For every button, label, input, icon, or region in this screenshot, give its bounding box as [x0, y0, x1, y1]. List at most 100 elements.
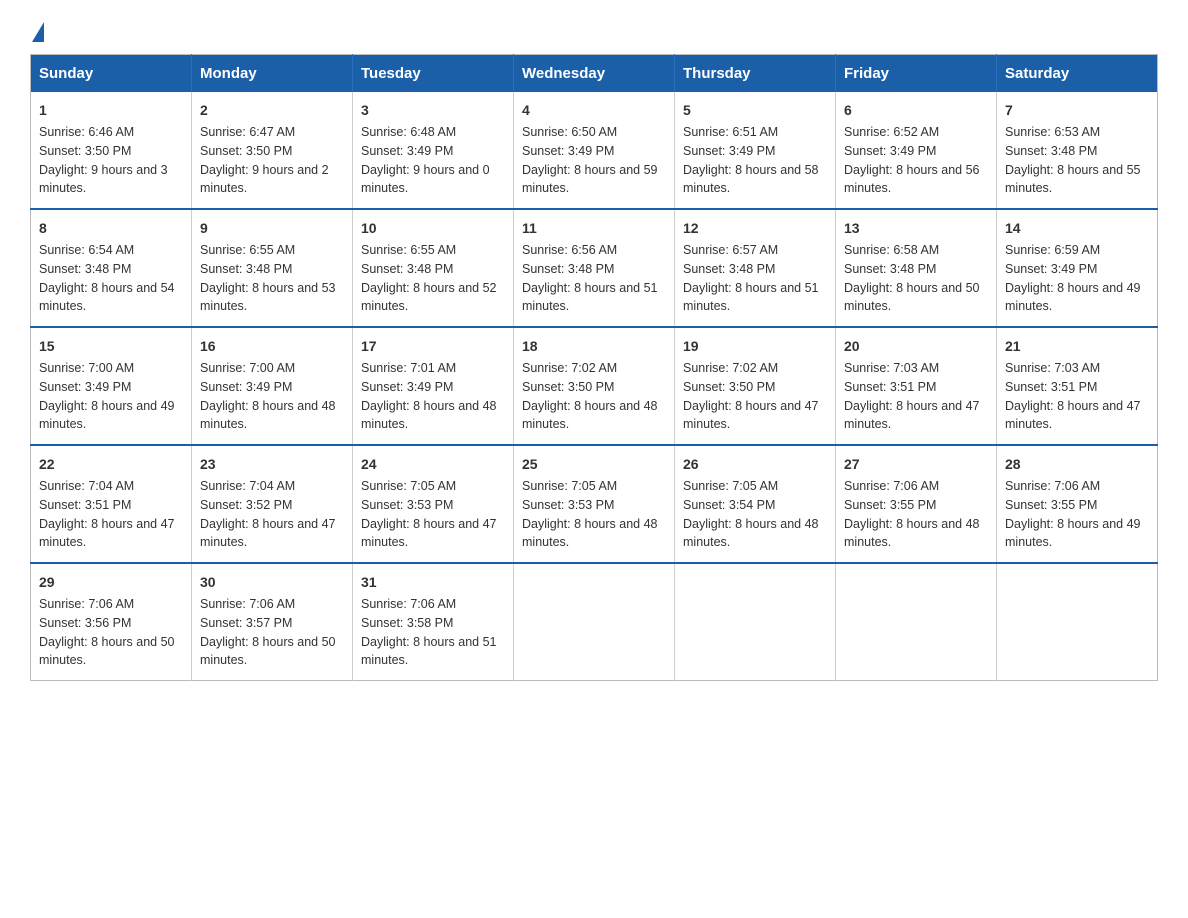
weekday-header-wednesday: Wednesday: [514, 55, 675, 93]
day-info: Sunrise: 6:54 AMSunset: 3:48 PMDaylight:…: [39, 243, 175, 313]
day-number: 6: [844, 100, 988, 121]
day-number: 20: [844, 336, 988, 357]
calendar-week-row: 15 Sunrise: 7:00 AMSunset: 3:49 PMDayligh…: [31, 327, 1158, 445]
day-number: 30: [200, 572, 344, 593]
calendar-cell: 19 Sunrise: 7:02 AMSunset: 3:50 PMDayligh…: [675, 327, 836, 445]
logo: [30, 20, 44, 38]
calendar-cell: 9Sunrise: 6:55 AMSunset: 3:48 PMDaylight…: [192, 209, 353, 327]
day-number: 5: [683, 100, 827, 121]
calendar-cell: 16 Sunrise: 7:00 AMSunset: 3:49 PMDayligh…: [192, 327, 353, 445]
day-number: 16: [200, 336, 344, 357]
calendar-cell: 21 Sunrise: 7:03 AMSunset: 3:51 PMDayligh…: [997, 327, 1158, 445]
day-info: Sunrise: 6:50 AMSunset: 3:49 PMDaylight:…: [522, 125, 658, 195]
weekday-header-thursday: Thursday: [675, 55, 836, 93]
day-info: Sunrise: 6:55 AMSunset: 3:48 PMDaylight:…: [361, 243, 497, 313]
day-number: 24: [361, 454, 505, 475]
calendar-cell: 5 Sunrise: 6:51 AMSunset: 3:49 PMDaylight…: [675, 92, 836, 209]
day-number: 3: [361, 100, 505, 121]
day-info: Sunrise: 6:52 AMSunset: 3:49 PMDaylight:…: [844, 125, 980, 195]
calendar-cell: 2Sunrise: 6:47 AMSunset: 3:50 PMDaylight…: [192, 92, 353, 209]
day-info: Sunrise: 7:06 AMSunset: 3:58 PMDaylight:…: [361, 597, 497, 667]
calendar-cell: 23 Sunrise: 7:04 AMSunset: 3:52 PMDayligh…: [192, 445, 353, 563]
day-info: Sunrise: 7:04 AMSunset: 3:52 PMDaylight:…: [200, 479, 336, 549]
day-info: Sunrise: 7:06 AMSunset: 3:55 PMDaylight:…: [844, 479, 980, 549]
day-info: Sunrise: 6:58 AMSunset: 3:48 PMDaylight:…: [844, 243, 980, 313]
day-info: Sunrise: 7:05 AMSunset: 3:54 PMDaylight:…: [683, 479, 819, 549]
calendar-cell: [514, 563, 675, 681]
day-info: Sunrise: 7:06 AMSunset: 3:55 PMDaylight:…: [1005, 479, 1141, 549]
day-number: 31: [361, 572, 505, 593]
calendar-cell: 12 Sunrise: 6:57 AMSunset: 3:48 PMDayligh…: [675, 209, 836, 327]
calendar-week-row: 22 Sunrise: 7:04 AMSunset: 3:51 PMDayligh…: [31, 445, 1158, 563]
day-number: 27: [844, 454, 988, 475]
day-number: 25: [522, 454, 666, 475]
calendar-cell: 24 Sunrise: 7:05 AMSunset: 3:53 PMDayligh…: [353, 445, 514, 563]
calendar-cell: [675, 563, 836, 681]
day-info: Sunrise: 7:03 AMSunset: 3:51 PMDaylight:…: [1005, 361, 1141, 431]
day-number: 11: [522, 218, 666, 239]
calendar-cell: 15Sunrise: 7:00 AMSunset: 3:49 PMDayligh…: [31, 327, 192, 445]
calendar-cell: 22 Sunrise: 7:04 AMSunset: 3:51 PMDayligh…: [31, 445, 192, 563]
day-number: 10: [361, 218, 505, 239]
weekday-header-friday: Friday: [836, 55, 997, 93]
day-info: Sunrise: 6:57 AMSunset: 3:48 PMDaylight:…: [683, 243, 819, 313]
day-info: Sunrise: 6:48 AMSunset: 3:49 PMDaylight:…: [361, 125, 490, 195]
calendar-cell: [997, 563, 1158, 681]
day-info: Sunrise: 6:46 AMSunset: 3:50 PMDaylight:…: [39, 125, 168, 195]
day-info: Sunrise: 6:51 AMSunset: 3:49 PMDaylight:…: [683, 125, 819, 195]
calendar-cell: 30Sunrise: 7:06 AMSunset: 3:57 PMDayligh…: [192, 563, 353, 681]
calendar-cell: 26Sunrise: 7:05 AMSunset: 3:54 PMDayligh…: [675, 445, 836, 563]
day-number: 23: [200, 454, 344, 475]
calendar-cell: 6 Sunrise: 6:52 AMSunset: 3:49 PMDaylight…: [836, 92, 997, 209]
calendar-cell: 13 Sunrise: 6:58 AMSunset: 3:48 PMDayligh…: [836, 209, 997, 327]
day-number: 29: [39, 572, 183, 593]
day-number: 22: [39, 454, 183, 475]
day-number: 15: [39, 336, 183, 357]
weekday-header-tuesday: Tuesday: [353, 55, 514, 93]
day-info: Sunrise: 7:05 AMSunset: 3:53 PMDaylight:…: [522, 479, 658, 549]
calendar-cell: 25 Sunrise: 7:05 AMSunset: 3:53 PMDayligh…: [514, 445, 675, 563]
day-info: Sunrise: 6:59 AMSunset: 3:49 PMDaylight:…: [1005, 243, 1141, 313]
day-number: 8: [39, 218, 183, 239]
day-number: 28: [1005, 454, 1149, 475]
calendar-table: SundayMondayTuesdayWednesdayThursdayFrid…: [30, 54, 1158, 681]
day-info: Sunrise: 7:05 AMSunset: 3:53 PMDaylight:…: [361, 479, 497, 549]
calendar-cell: 1 Sunrise: 6:46 AMSunset: 3:50 PMDaylight…: [31, 92, 192, 209]
calendar-cell: 20 Sunrise: 7:03 AMSunset: 3:51 PMDayligh…: [836, 327, 997, 445]
page-header: [30, 20, 1158, 38]
day-number: 2: [200, 100, 344, 121]
calendar-week-row: 29 Sunrise: 7:06 AMSunset: 3:56 PMDayligh…: [31, 563, 1158, 681]
day-info: Sunrise: 7:01 AMSunset: 3:49 PMDaylight:…: [361, 361, 497, 431]
day-number: 19: [683, 336, 827, 357]
calendar-cell: 18Sunrise: 7:02 AMSunset: 3:50 PMDayligh…: [514, 327, 675, 445]
day-number: 13: [844, 218, 988, 239]
day-number: 4: [522, 100, 666, 121]
day-number: 14: [1005, 218, 1149, 239]
day-info: Sunrise: 7:03 AMSunset: 3:51 PMDaylight:…: [844, 361, 980, 431]
day-info: Sunrise: 7:00 AMSunset: 3:49 PMDaylight:…: [200, 361, 336, 431]
day-number: 12: [683, 218, 827, 239]
calendar-cell: 28 Sunrise: 7:06 AMSunset: 3:55 PMDayligh…: [997, 445, 1158, 563]
day-info: Sunrise: 6:53 AMSunset: 3:48 PMDaylight:…: [1005, 125, 1141, 195]
day-info: Sunrise: 7:02 AMSunset: 3:50 PMDaylight:…: [522, 361, 658, 431]
calendar-week-row: 8 Sunrise: 6:54 AMSunset: 3:48 PMDaylight…: [31, 209, 1158, 327]
day-info: Sunrise: 7:02 AMSunset: 3:50 PMDaylight:…: [683, 361, 819, 431]
day-info: Sunrise: 6:55 AMSunset: 3:48 PMDaylight:…: [200, 243, 336, 313]
calendar-cell: 31 Sunrise: 7:06 AMSunset: 3:58 PMDayligh…: [353, 563, 514, 681]
calendar-cell: 7 Sunrise: 6:53 AMSunset: 3:48 PMDaylight…: [997, 92, 1158, 209]
calendar-cell: 3 Sunrise: 6:48 AMSunset: 3:49 PMDaylight…: [353, 92, 514, 209]
day-number: 7: [1005, 100, 1149, 121]
calendar-cell: 17Sunrise: 7:01 AMSunset: 3:49 PMDayligh…: [353, 327, 514, 445]
calendar-cell: 29 Sunrise: 7:06 AMSunset: 3:56 PMDayligh…: [31, 563, 192, 681]
day-info: Sunrise: 7:04 AMSunset: 3:51 PMDaylight:…: [39, 479, 175, 549]
calendar-cell: 11Sunrise: 6:56 AMSunset: 3:48 PMDayligh…: [514, 209, 675, 327]
calendar-cell: [836, 563, 997, 681]
calendar-cell: 14 Sunrise: 6:59 AMSunset: 3:49 PMDayligh…: [997, 209, 1158, 327]
calendar-cell: 10 Sunrise: 6:55 AMSunset: 3:48 PMDayligh…: [353, 209, 514, 327]
weekday-header-sunday: Sunday: [31, 55, 192, 93]
calendar-cell: 8 Sunrise: 6:54 AMSunset: 3:48 PMDaylight…: [31, 209, 192, 327]
day-number: 21: [1005, 336, 1149, 357]
calendar-cell: 27 Sunrise: 7:06 AMSunset: 3:55 PMDayligh…: [836, 445, 997, 563]
day-info: Sunrise: 7:06 AMSunset: 3:56 PMDaylight:…: [39, 597, 175, 667]
day-number: 1: [39, 100, 183, 121]
